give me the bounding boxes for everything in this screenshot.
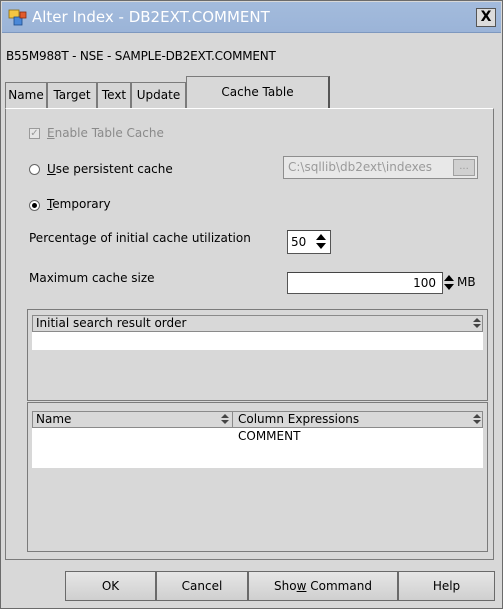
persistent-cache-path-value: C:\sqllib\db2ext\indexes [288,160,432,174]
search-order-list[interactable] [32,332,483,350]
cancel-button[interactable]: Cancel [156,571,248,601]
tab-text[interactable]: Text [97,82,131,108]
tab-cache-table[interactable]: Cache Table [186,76,330,109]
search-order-column-header[interactable]: Initial search result order [33,316,473,331]
object-path: B55M988T - NSE - SAMPLE-DB2EXT.COMMENT [6,49,276,63]
search-order-group: Initial search result order [27,309,488,401]
browse-button[interactable]: ... [453,159,475,176]
initial-utilization-spinner[interactable]: 50 [287,230,331,254]
max-cache-size-spinner-icon[interactable] [444,274,455,292]
columns-group: Name Column Expressions COMMENT [27,402,488,552]
tab-name[interactable]: Name [5,82,47,108]
enable-table-cache-label: Enable Table Cache [47,126,164,140]
search-order-header: Initial search result order [32,315,483,332]
table-row[interactable]: COMMENT [32,428,483,444]
ok-button[interactable]: OK [65,571,156,601]
use-persistent-cache-radio[interactable] [29,164,40,175]
spinner-arrows-icon[interactable] [316,233,327,251]
use-persistent-cache-label: Use persistent cache [47,162,173,176]
sort-icon[interactable] [221,414,229,425]
dialog-buttons: OK Cancel Show Command Help [1,566,503,610]
close-button[interactable]: X [476,8,496,27]
close-icon: X [480,9,492,25]
columns-header: Name Column Expressions [32,411,483,428]
title-bar[interactable]: Alter Index - DB2EXT.COMMENT X [2,2,501,33]
max-cache-size-unit: MB [457,275,476,289]
show-command-button[interactable]: Show Command [248,571,398,601]
enable-table-cache-checkbox[interactable]: ✓ [29,128,40,139]
row-expression-cell: COMMENT [238,429,301,443]
name-column-header[interactable]: Name [33,412,233,427]
alter-index-dialog: Alter Index - DB2EXT.COMMENT X B55M988T … [0,0,503,609]
tab-update[interactable]: Update [131,82,186,108]
help-button[interactable]: Help [398,571,495,601]
index-app-icon [8,9,27,26]
initial-utilization-value: 50 [291,235,307,249]
sort-icon[interactable] [473,318,481,329]
max-cache-size-input[interactable]: 100 [287,272,443,294]
window-title: Alter Index - DB2EXT.COMMENT [32,8,270,26]
temporary-radio[interactable] [29,200,40,211]
max-cache-size-label: Maximum cache size [29,271,155,285]
persistent-cache-path-field[interactable]: C:\sqllib\db2ext\indexes ... [283,156,478,179]
radio-selected-dot [32,203,37,208]
temporary-label: Temporary [47,197,111,211]
initial-utilization-label: Percentage of initial cache utilization [29,231,251,245]
max-cache-size-value: 100 [413,276,436,290]
tab-target[interactable]: Target [47,82,97,108]
columns-list[interactable]: COMMENT [32,428,483,468]
sort-icon[interactable] [473,414,481,425]
column-expressions-header[interactable]: Column Expressions [235,412,465,427]
